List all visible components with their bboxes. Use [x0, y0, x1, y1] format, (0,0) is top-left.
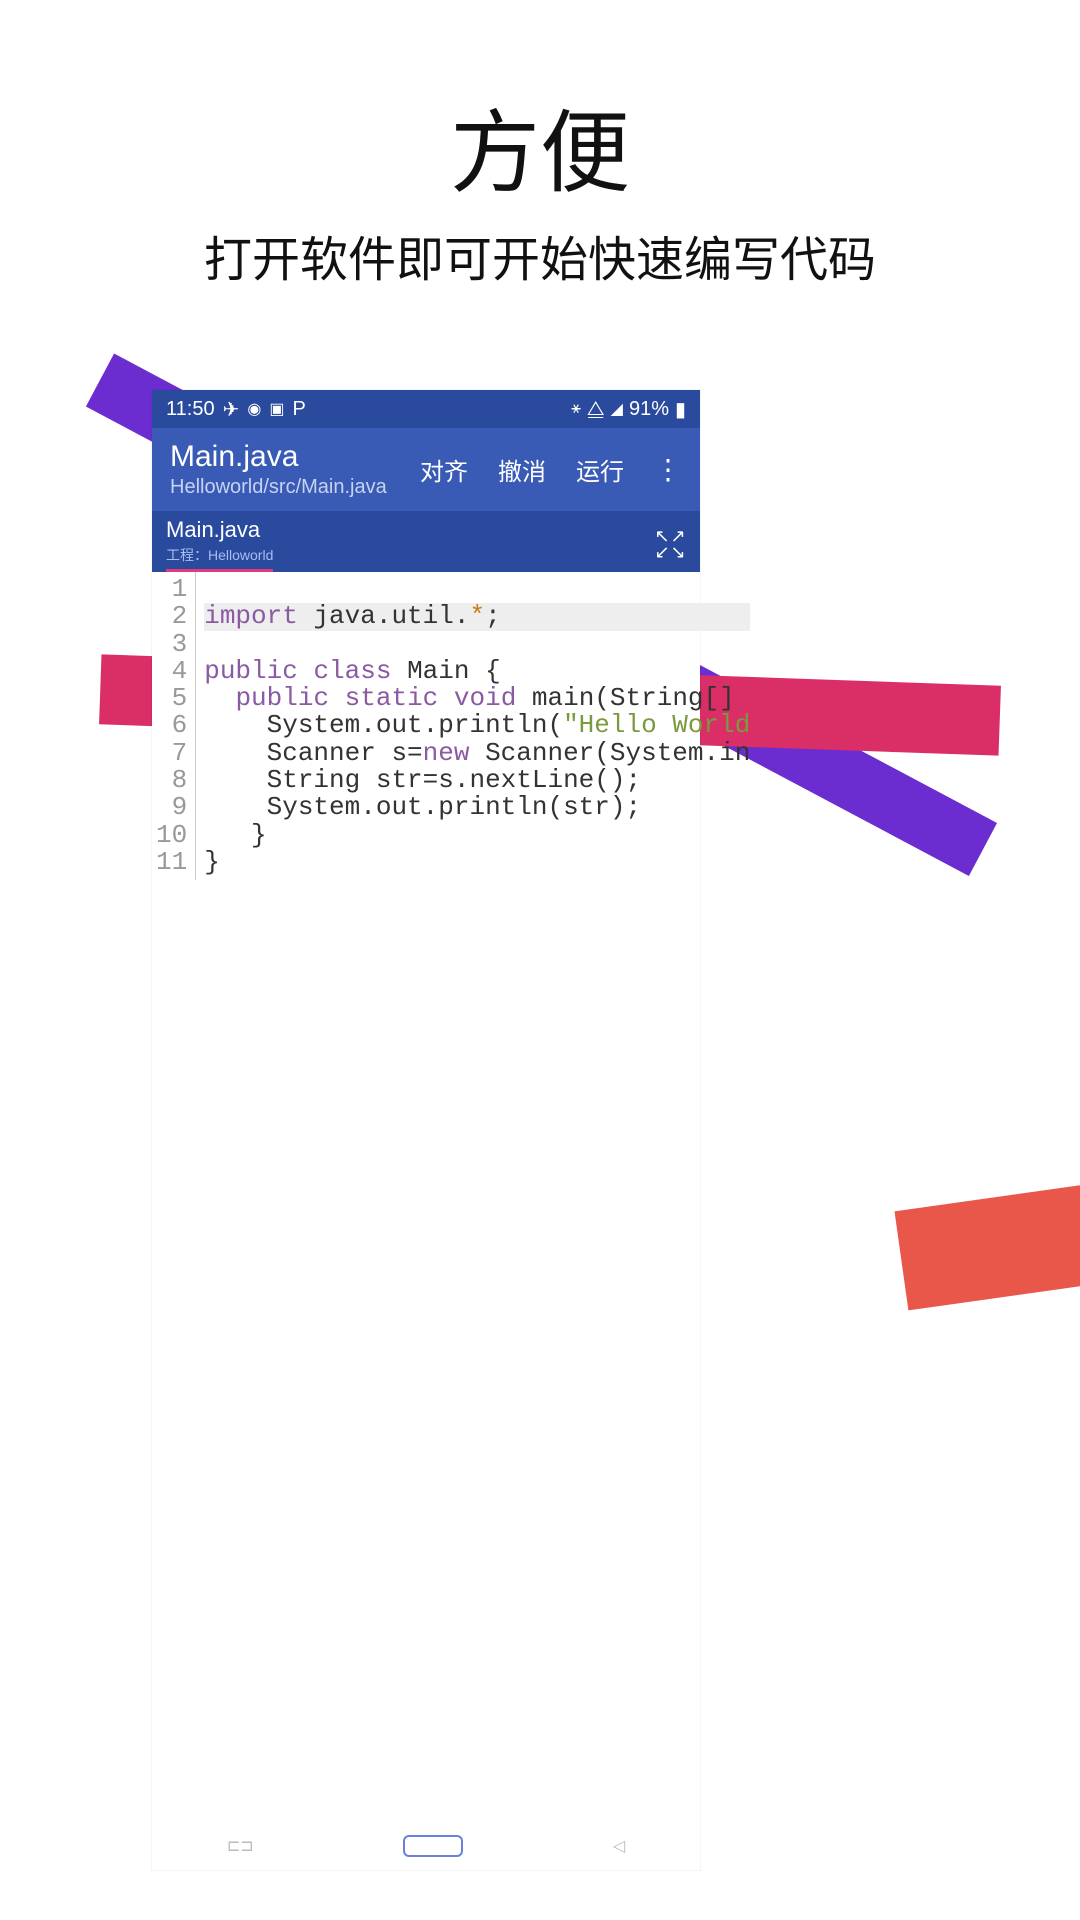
tab-project: 工程：Helloworld — [166, 545, 273, 572]
file-path: Helloworld/src/Main.java — [170, 476, 400, 499]
wifi-icon: ⧋ — [587, 398, 605, 421]
tab-label: Main.java — [166, 517, 273, 543]
overflow-menu-icon[interactable]: ⋮ — [654, 464, 682, 475]
nav-recent-icon[interactable]: ⊏⊐ — [227, 1836, 254, 1856]
file-title: Main.java — [170, 440, 400, 474]
signal-icon: ◢ — [611, 399, 623, 419]
tab-main-java[interactable]: Main.java 工程：Helloworld — [166, 517, 273, 572]
heading-title: 方便 — [0, 80, 1080, 210]
nav-home-icon[interactable] — [403, 1835, 463, 1857]
run-button[interactable]: 运行 — [576, 452, 624, 487]
camera-icon: ◉ — [247, 399, 261, 419]
battery-percent: 91% — [629, 398, 669, 421]
card-icon: ▣ — [269, 399, 284, 419]
code-content[interactable]: import java.util.*; public class Main { … — [196, 572, 750, 880]
tab-bar: Main.java 工程：Helloworld ↖↗↙↘ — [152, 511, 700, 572]
align-button[interactable]: 对齐 — [420, 452, 468, 487]
decorative-stripe-orange — [895, 1170, 1080, 1311]
telegram-icon: ✈ — [223, 397, 240, 422]
android-nav-bar: ⊏⊐ ◁ — [152, 1822, 700, 1870]
promo-heading: 方便 打开软件即可开始快速编写代码 — [0, 0, 1080, 290]
code-editor[interactable]: 1 2 3 4 5 6 7 8 9 10 11 import java.util… — [152, 572, 700, 880]
nav-back-icon[interactable]: ◁ — [613, 1836, 625, 1856]
app-bar: Main.java Helloworld/src/Main.java 对齐 撤消… — [152, 428, 700, 511]
line-number-gutter: 1 2 3 4 5 6 7 8 9 10 11 — [152, 572, 196, 880]
battery-icon: ▮ — [675, 397, 686, 422]
android-status-bar: 11:50 ✈ ◉ ▣ P ⚹ ⧋ ◢ 91% ▮ — [152, 390, 700, 428]
bluetooth-icon: ⚹ — [571, 400, 581, 418]
phone-screenshot: 11:50 ✈ ◉ ▣ P ⚹ ⧋ ◢ 91% ▮ Main.java Hell… — [152, 390, 700, 1870]
fullscreen-icon[interactable]: ↖↗↙↘ — [654, 529, 686, 561]
undo-button[interactable]: 撤消 — [498, 452, 546, 487]
status-time: 11:50 — [166, 398, 215, 421]
p-icon: P — [292, 398, 305, 421]
heading-subtitle: 打开软件即可开始快速编写代码 — [0, 220, 1080, 290]
